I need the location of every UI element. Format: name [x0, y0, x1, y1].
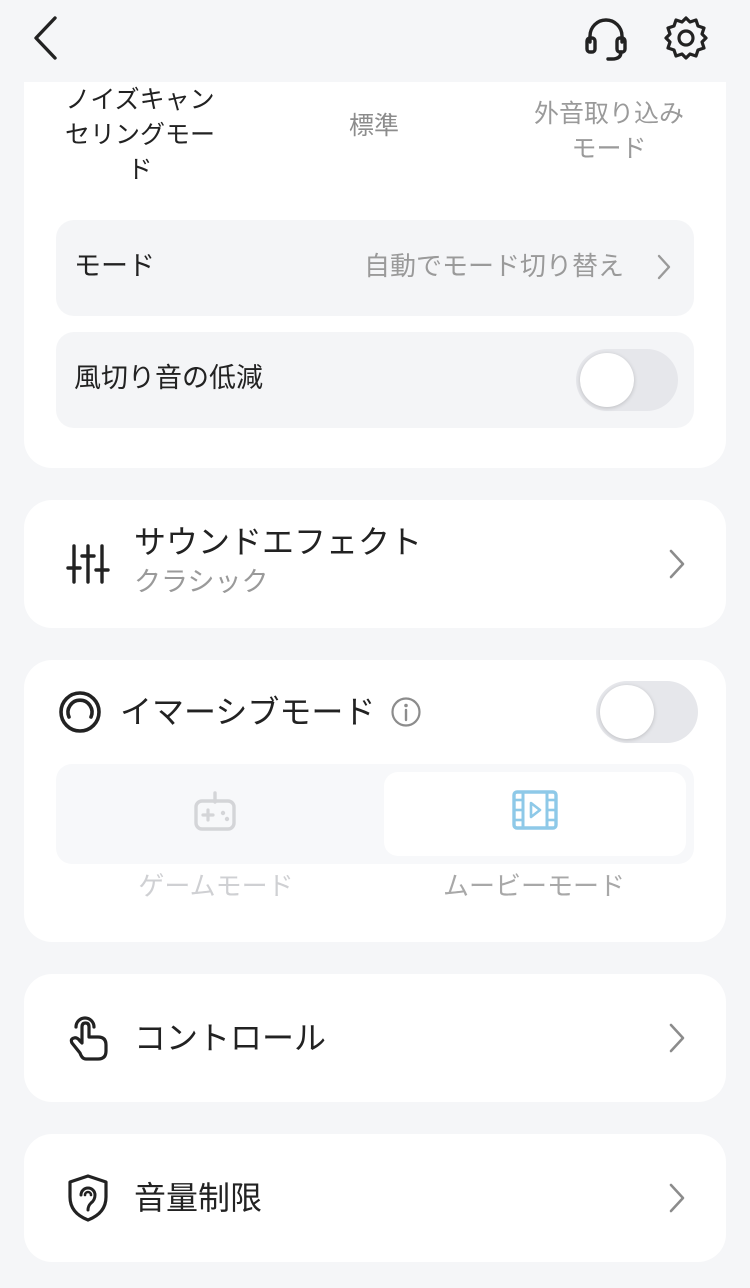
tab-ambient-sound[interactable]: 外音取り込みモード: [524, 96, 694, 166]
wind-noise-label: 風切り音の低減: [74, 363, 263, 394]
movie-mode-option[interactable]: [384, 772, 686, 856]
immersive-options: [56, 764, 694, 864]
movie-mode-label: ムービーモード: [442, 872, 625, 902]
sound-effect-title: サウンドエフェクト: [134, 523, 423, 561]
earbuds-settings-page: ノイズキャンセリングモード 標準 外音取り込みモード モード 自動でモード切り替…: [0, 0, 750, 1288]
tab-noise-cancelling[interactable]: ノイズキャンセリングモード: [54, 82, 226, 187]
chevron-left-icon: [34, 16, 57, 60]
mode-value: 自動でモード切り替え: [363, 252, 624, 282]
headset-button[interactable]: [578, 10, 634, 66]
toggle-knob: [600, 685, 654, 739]
chevron-right-icon: [668, 1022, 686, 1058]
tab-standard[interactable]: 標準: [304, 108, 444, 143]
noise-control-card: ノイズキャンセリングモード 標準 外音取り込みモード モード 自動でモード切り替…: [24, 20, 726, 468]
immersive-mode-title: イマーシブモード: [120, 693, 376, 731]
gear-icon: [664, 16, 708, 60]
wind-noise-toggle[interactable]: [576, 349, 678, 411]
touch-hand-icon: [64, 1014, 112, 1062]
volume-limit-card[interactable]: 音量制限: [24, 1134, 726, 1262]
sound-effect-card[interactable]: サウンドエフェクト クラシック: [24, 500, 726, 628]
game-mode-option[interactable]: [64, 772, 366, 856]
headset-icon: [585, 18, 627, 61]
sound-effect-value: クラシック: [134, 567, 269, 598]
film-icon: [512, 790, 558, 834]
volume-limit-title: 音量制限: [134, 1179, 263, 1217]
control-card[interactable]: コントロール: [24, 974, 726, 1102]
mode-row[interactable]: モード 自動でモード切り替え: [56, 220, 694, 316]
immersive-mode-toggle[interactable]: [596, 681, 698, 743]
immersive-mode-card: イマーシブモード ゲームモード ムービーモード: [24, 660, 726, 942]
wind-noise-row: 風切り音の低減: [56, 332, 694, 428]
mode-label: モード: [74, 251, 155, 282]
game-mode-label: ゲームモード: [138, 872, 294, 902]
top-bar: [0, 0, 750, 82]
equalizer-icon: [64, 540, 112, 588]
chevron-right-icon: [668, 548, 686, 584]
control-title: コントロール: [134, 1019, 327, 1057]
anc-mode-tabs: ノイズキャンセリングモード 標準 外音取り込みモード: [24, 82, 726, 202]
gamepad-icon: [193, 790, 237, 836]
settings-button[interactable]: [658, 10, 714, 66]
ear-shield-icon: [64, 1174, 112, 1222]
toggle-knob: [580, 353, 634, 407]
back-button[interactable]: [18, 10, 74, 66]
immersive-ring-icon: [56, 688, 104, 736]
chevron-right-icon: [668, 1182, 686, 1218]
chevron-right-icon: [656, 253, 672, 285]
info-icon[interactable]: [390, 696, 422, 732]
